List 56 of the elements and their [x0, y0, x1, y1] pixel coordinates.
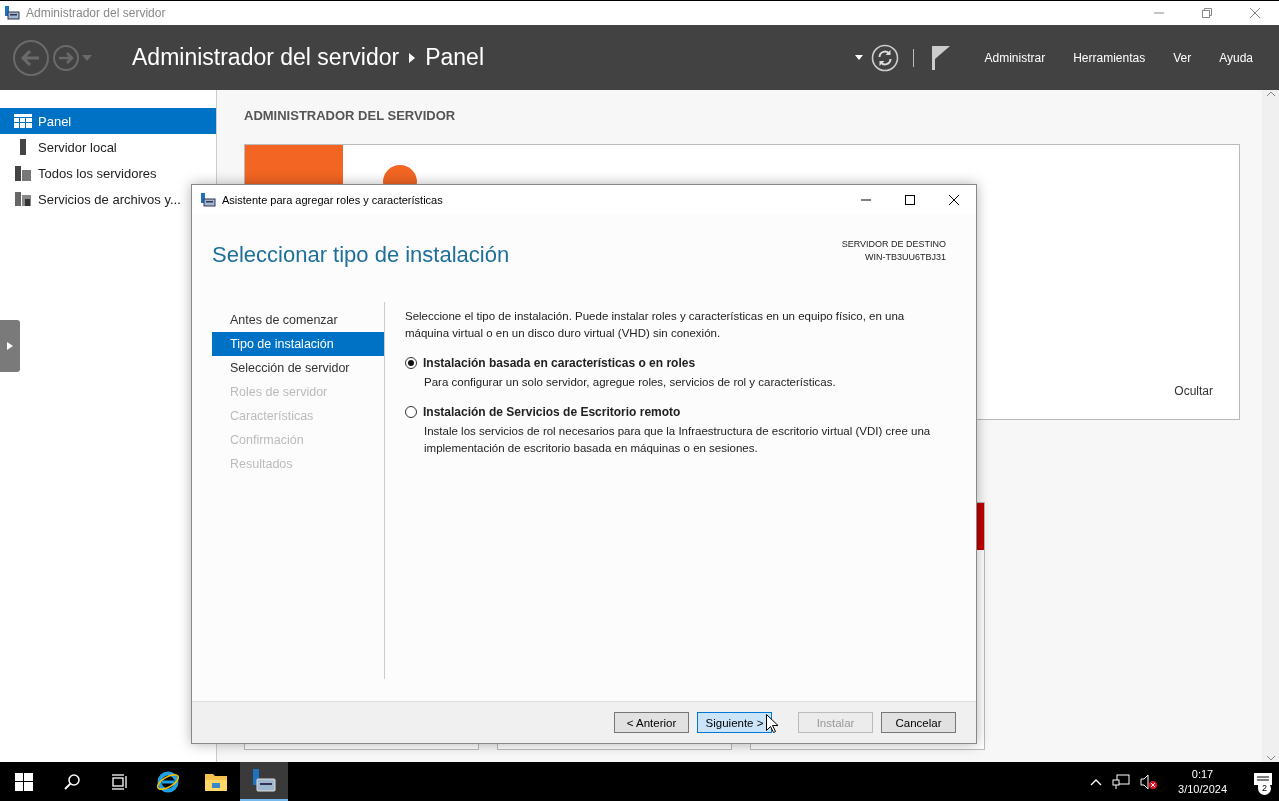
- dropdown-caret-icon[interactable]: [855, 55, 864, 60]
- option-label[interactable]: Instalación basada en características o en roles: [423, 356, 696, 370]
- sidebar-item[interactable]: Todos los servidores: [0, 160, 216, 186]
- server-manager-icon: [251, 767, 277, 794]
- side-handle[interactable]: [0, 320, 20, 372]
- restore-icon[interactable]: [1201, 7, 1213, 19]
- dialog-button[interactable]: < Anterior: [614, 712, 689, 733]
- task-view-icon: [111, 772, 129, 791]
- wizard-step[interactable]: Antes de comenzar: [212, 308, 384, 332]
- option-description: Instale los servicios de rol necesarios para que la Infraestructura de escritorio virtual (VDI) cree una implementación de escritorio basada en máquinas o en sesiones.: [424, 424, 932, 456]
- menu-item[interactable]: Ayuda: [1205, 50, 1267, 65]
- wizard-step[interactable]: Selección de servidor: [212, 356, 384, 380]
- cursor-icon: [766, 714, 778, 733]
- taskbar-button[interactable]: [240, 762, 288, 801]
- sidebar-item[interactable]: Panel: [0, 108, 216, 134]
- radio-button[interactable]: [405, 357, 417, 369]
- option-label[interactable]: Instalación de Servicios de Escritorio remoto: [423, 405, 681, 419]
- close-icon[interactable]: [948, 193, 960, 206]
- browser-e-icon: [156, 769, 180, 794]
- scroll-up-icon[interactable]: [1265, 90, 1276, 98]
- speaker-muted-icon[interactable]: [1140, 773, 1159, 790]
- maximize-icon[interactable]: [904, 193, 916, 206]
- wizard-step[interactable]: Tipo de instalación: [212, 332, 384, 356]
- window-title: Administrador del servidor: [26, 6, 166, 20]
- clock[interactable]: 0:17 3/10/2024: [1178, 766, 1227, 797]
- scrollbar[interactable]: [1262, 90, 1279, 762]
- dialog-title: Asistente para agregar roles y características: [222, 193, 443, 206]
- option-description: Para configurar un solo servidor, agregue roles, servicios de rol y características.: [424, 375, 837, 390]
- refresh-icon[interactable]: [871, 43, 900, 72]
- file-server-icon: [14, 191, 32, 207]
- sidebar-item[interactable]: Servidor local: [0, 134, 216, 160]
- chevron-up-icon[interactable]: [1090, 777, 1103, 786]
- section-heading: ADMINISTRADOR DEL SERVIDOR: [244, 108, 457, 123]
- windows-logo-icon: [15, 772, 33, 791]
- wizard-icon: [200, 191, 216, 208]
- menu-item[interactable]: Herramientas: [1059, 50, 1160, 65]
- destination-label: SERVIDOR DE DESTINO: [841, 238, 946, 251]
- flag-icon[interactable]: [932, 45, 951, 70]
- hide-link[interactable]: Ocultar: [1168, 383, 1219, 399]
- breadcrumb-item[interactable]: Panel: [425, 44, 484, 71]
- menu-item[interactable]: Administrar: [970, 50, 1060, 65]
- breadcrumb-item[interactable]: Administrador del servidor: [132, 44, 400, 71]
- destination-server: WIN-TB3UU6TBJ31: [864, 251, 946, 264]
- scroll-down-icon[interactable]: [1265, 754, 1276, 762]
- grid-icon: [14, 114, 32, 128]
- servers-icon: [14, 165, 32, 181]
- dialog-button[interactable]: Cancelar: [881, 712, 956, 733]
- menu-item[interactable]: Ver: [1159, 50, 1206, 65]
- app-icon: [4, 5, 20, 21]
- intro-text: Seleccione el tipo de instalación. Puede instalar roles y características en un equipo físico, en una máquina virtual o en un disco duro virtual (VHD) sin conexión.: [405, 309, 906, 341]
- search-icon: [63, 772, 81, 791]
- chevron-icon: [409, 52, 416, 63]
- radio-button[interactable]: [405, 406, 417, 418]
- page-title: Seleccionar tipo de instalación: [212, 242, 510, 269]
- network-icon[interactable]: [1112, 773, 1131, 790]
- dialog-button[interactable]: Siguiente >: [697, 712, 772, 733]
